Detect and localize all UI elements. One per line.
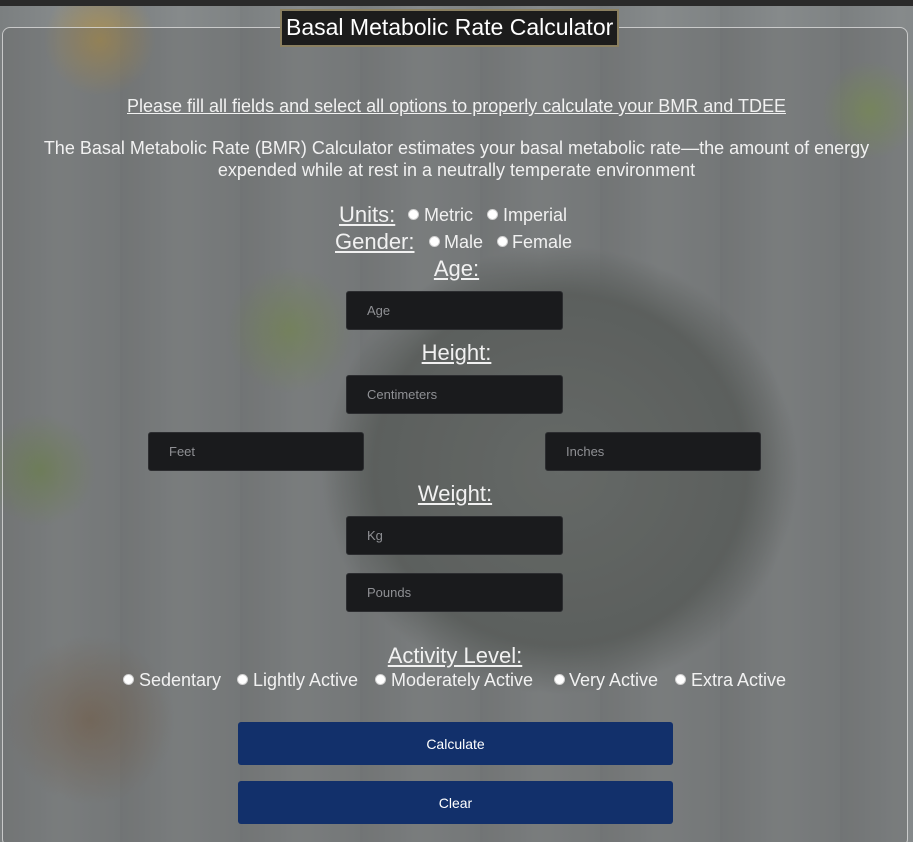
weight-pounds-input[interactable] — [346, 573, 563, 612]
activity-very-active-label[interactable]: Very Active — [569, 670, 658, 691]
page-title: Basal Metabolic Rate Calculator — [280, 9, 620, 47]
weight-kg-input[interactable] — [346, 516, 563, 555]
units-imperial-radio[interactable] — [487, 209, 498, 220]
activity-sedentary-radio[interactable] — [123, 674, 134, 685]
units-label: Units: — [339, 202, 396, 227]
activity-very-active-radio[interactable] — [554, 674, 565, 685]
gender-female-label[interactable]: Female — [512, 232, 572, 253]
activity-moderately-active-label[interactable]: Moderately Active — [391, 670, 533, 691]
description-text: The Basal Metabolic Rate (BMR) Calculato… — [43, 138, 870, 180]
activity-sedentary-label[interactable]: Sedentary — [139, 670, 221, 691]
activity-lightly-active-radio[interactable] — [237, 674, 248, 685]
activity-extra-active-radio[interactable] — [675, 674, 686, 685]
activity-moderately-active-radio[interactable] — [375, 674, 386, 685]
age-input[interactable] — [346, 291, 563, 330]
gender-male-radio[interactable] — [429, 236, 440, 247]
weight-label: Weight: — [417, 481, 493, 506]
activity-extra-active-label[interactable]: Extra Active — [691, 670, 786, 691]
gender-male-label[interactable]: Male — [444, 232, 483, 253]
height-feet-input[interactable] — [148, 432, 364, 471]
instructions-notice: Please fill all fields and select all op… — [127, 96, 786, 116]
units-metric-radio[interactable] — [408, 209, 419, 220]
gender-female-radio[interactable] — [497, 236, 508, 247]
gender-label: Gender: — [335, 229, 415, 254]
height-cm-input[interactable] — [346, 375, 563, 414]
activity-level-label: Activity Level: — [387, 643, 523, 668]
height-label: Height: — [421, 340, 492, 365]
calculate-button[interactable]: Calculate — [238, 722, 673, 765]
units-metric-label[interactable]: Metric — [424, 205, 473, 226]
clear-button[interactable]: Clear — [238, 781, 673, 824]
height-inches-input[interactable] — [545, 432, 761, 471]
top-bar — [0, 0, 913, 6]
units-imperial-label[interactable]: Imperial — [503, 205, 567, 226]
age-label: Age: — [433, 256, 480, 281]
activity-lightly-active-label[interactable]: Lightly Active — [253, 670, 358, 691]
